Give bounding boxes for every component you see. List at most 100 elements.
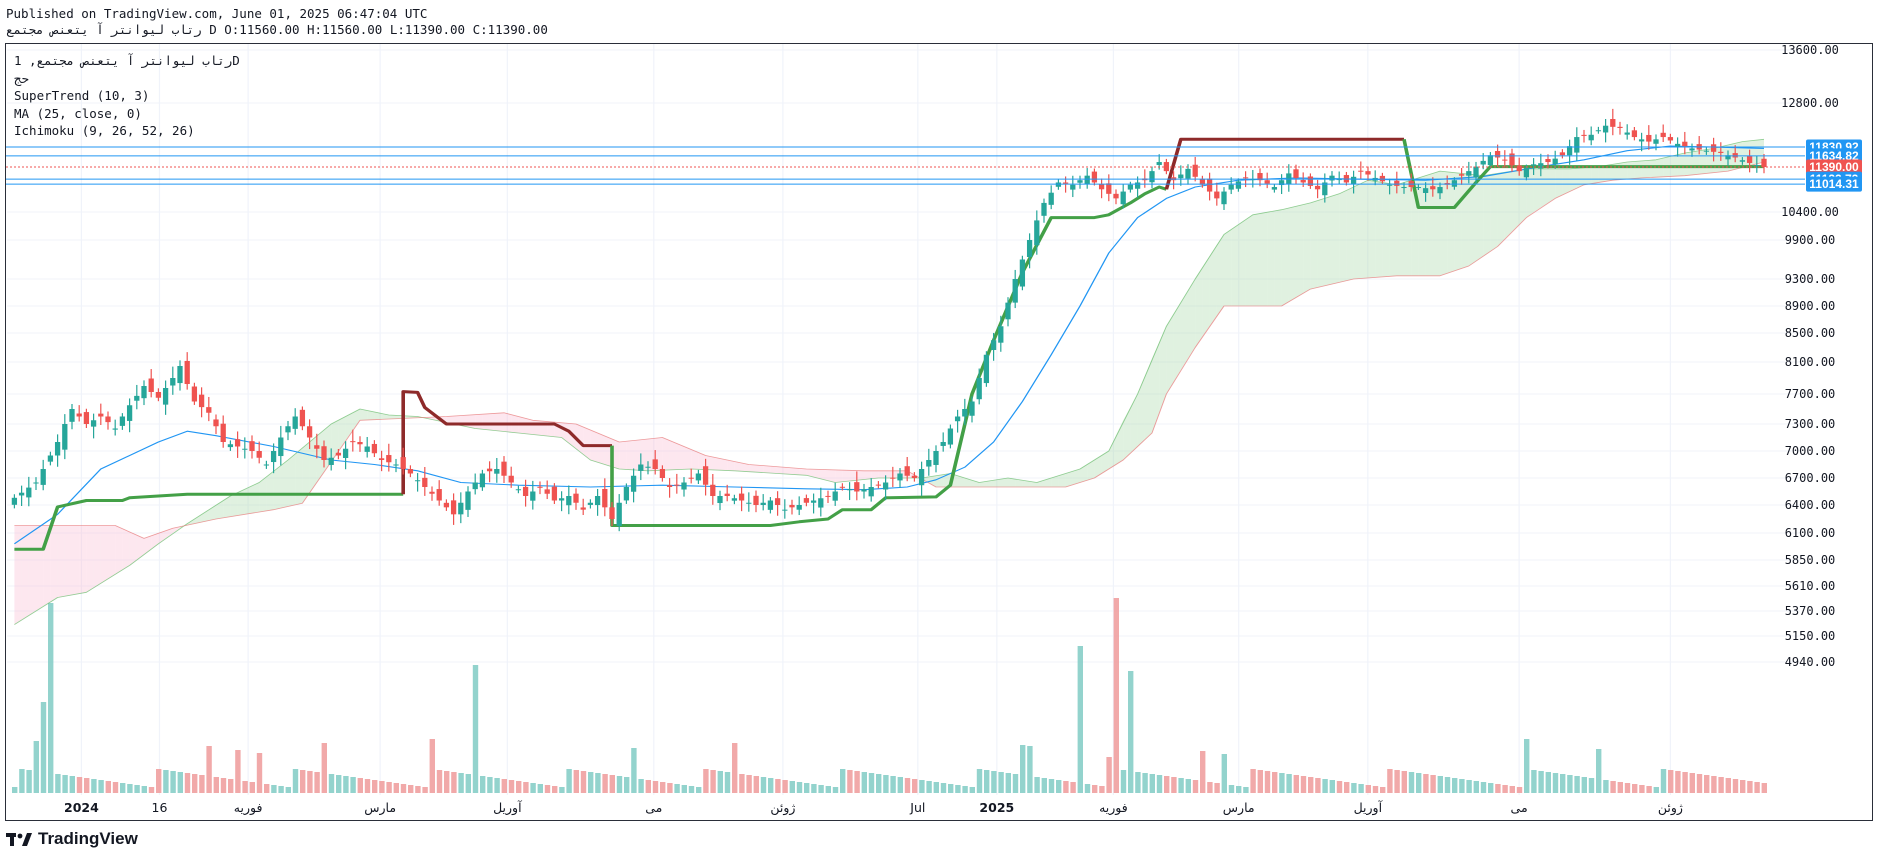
legend-ma[interactable]: MA (25, close, 0) [14,105,240,123]
volume-bar [1401,771,1407,793]
cloud-segment [1288,206,1296,302]
volume-bar [357,778,363,793]
tradingview-logo[interactable]: TradingView [6,829,138,849]
cloud-segment [1447,171,1455,274]
cloud-segment [1152,342,1160,433]
grid-lines [7,44,1801,795]
volume-bar [48,603,54,793]
candle-body [1487,155,1494,166]
candle-body [335,452,342,456]
candle-body [990,340,997,350]
candle-body [1530,164,1537,166]
volume-bar [1221,754,1227,793]
legend-volume[interactable]: حج [14,70,240,88]
candle-body [1523,167,1530,178]
cloud-segment [482,413,490,430]
cloud-segment [122,528,130,570]
candle-body [414,480,421,482]
candle-body [1206,178,1213,192]
price-tick-label: 6100.00 [1785,526,1836,540]
volume-bar [213,777,220,793]
cloud-segment [799,468,807,476]
candle-body [1178,174,1184,179]
volume-bar [1560,774,1566,793]
volume-bar [789,781,796,793]
volume-bar [177,772,183,793]
cloud-segment [1504,171,1512,239]
legend-supertrend[interactable]: SuperTrend (10, 3) [14,87,240,105]
candle-body [378,458,385,460]
cloud-segment [468,414,476,429]
candle-body [328,457,334,465]
candle-body [825,495,831,497]
cloud-segment [244,485,253,515]
legend-ichimoku[interactable]: Ichimoku (9, 26, 52, 26) [14,122,240,140]
cloud-segment [756,465,764,473]
price-chart[interactable]: 13600.00 12800.00 10400.00 9900.00 9300.00 89… [0,0,1878,858]
candle-body [1703,150,1710,152]
volume-bar [278,786,284,793]
volume-bar [55,774,61,793]
candle-body [1739,160,1746,162]
candle-body [436,489,442,501]
volume-bar [559,787,565,793]
volume-bar [436,770,443,793]
volume-bar [1344,782,1350,793]
candle-body [566,496,572,506]
cloud-segment [849,470,857,481]
candle-body [710,484,716,496]
volume-bar [811,784,817,793]
candle-body [760,502,766,505]
candle-body [810,500,817,503]
volume-bar [1300,776,1307,793]
candle-body [249,441,255,451]
candle-body [904,466,910,476]
legend-symbol[interactable]: رتاب لیوانتر آ یتعنص مجتمع, 1D [14,52,240,70]
volume-bar [1725,778,1732,793]
candle-body [587,502,594,505]
volume-bar [926,781,932,793]
volume-bar [156,769,162,793]
cloud-segment [1454,172,1462,271]
candle-body [558,498,565,501]
candle-body [731,498,738,501]
volume-bar [472,665,479,793]
cloud-segment [21,525,29,620]
candle-body [1667,137,1674,141]
cloud-segment [1188,279,1196,359]
price-tick-label: 9300.00 [1785,272,1836,286]
volume-bar [1394,770,1400,793]
volume-bar [1660,769,1667,793]
candle-body [177,366,183,384]
volume-bar [249,782,256,793]
volume-bar [602,774,608,793]
candle-body [630,475,637,492]
volume-bar [782,780,788,793]
volume-bar [1480,782,1487,793]
volume-bar [1185,779,1191,793]
candle-body [1329,175,1335,181]
volume-bar [883,775,889,793]
time-axis[interactable]: 2024 16 فوریه مارس آوریل می ژوئن Jul 2025 فوریه ما… [64,800,1683,816]
volume-bar [890,776,896,793]
price-axis[interactable]: 13600.00 12800.00 10400.00 9900.00 9300.00 89… [1781,43,1839,669]
candle-body [1602,125,1609,133]
volume-bar [768,778,774,793]
volume-bar [1070,782,1076,793]
candle-body [544,489,550,494]
volume-bar [566,769,572,793]
volume-bar [746,775,752,793]
time-tick-label: فوریه [234,800,263,816]
time-tick-label: مارس [1223,800,1255,816]
volume-bar [105,781,112,793]
volume-bar [516,781,522,793]
volume-bar [1200,751,1206,793]
candle-body [1710,144,1717,152]
volume-bar [1128,671,1134,793]
candle-body [1293,169,1299,178]
volume-bar [1351,783,1357,793]
cloud-segment [1396,182,1404,276]
indicator-legend: رتاب لیوانتر آ یتعنص مجتمع, 1D حج SuperT… [14,52,240,140]
volume-bar [1135,772,1141,793]
cloud-segment [1634,160,1642,179]
